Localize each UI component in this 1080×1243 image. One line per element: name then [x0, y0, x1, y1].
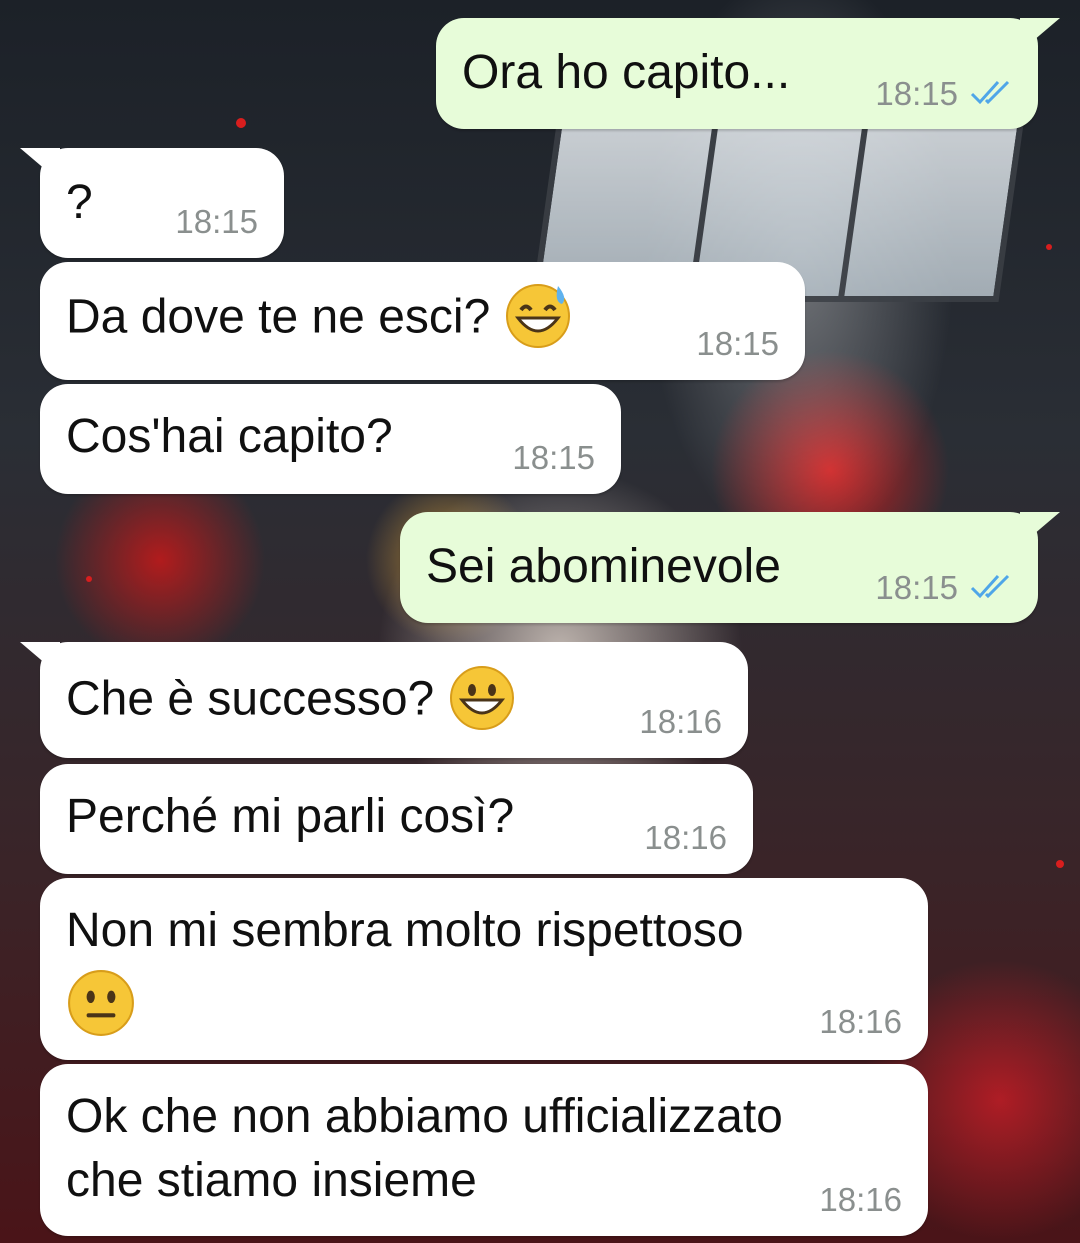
message-text: Cos'hai capito?: [66, 410, 393, 463]
message-bubble-incoming[interactable]: Che è successo? 18:16: [20, 642, 748, 758]
wallpaper-spark: [86, 576, 92, 582]
message-text-content: Da dove te ne esci?: [66, 290, 491, 344]
message-time: 18:15: [875, 569, 958, 606]
message-text: Che è successo?: [66, 666, 516, 736]
message-text-line-1: Ok che non abbiamo ufficializzato: [66, 1090, 783, 1143]
message-time: 18:16: [644, 819, 727, 856]
grinning-face-with-sweat-emoji: [505, 284, 570, 348]
message-time: 18:16: [819, 1003, 902, 1040]
grinning-face-emoji: [449, 666, 514, 730]
message-time: 18:15: [175, 203, 258, 240]
message-bubble-incoming[interactable]: Ok che non abbiamo ufficializzato che st…: [40, 1064, 928, 1236]
message-text: Sei abominevole: [426, 540, 781, 593]
wallpaper-spark: [1046, 244, 1052, 250]
message-text: Perché mi parli così?: [66, 790, 515, 843]
read-ticks-icon: [970, 574, 1010, 599]
message-time: 18:16: [819, 1181, 902, 1218]
message-text: Ora ho capito...: [462, 46, 791, 99]
message-text: ?: [66, 176, 93, 229]
message-time: 18:15: [875, 75, 958, 112]
message-bubble-incoming[interactable]: Perché mi parli così? 18:16: [40, 764, 753, 874]
message-text: Da dove te ne esci?: [66, 284, 572, 354]
message-bubble-outgoing[interactable]: Ora ho capito... 18:15: [436, 18, 1060, 129]
message-time: 18:15: [512, 439, 595, 476]
read-ticks-icon: [970, 80, 1010, 105]
message-text-content: Che è successo?: [66, 672, 435, 726]
message-bubble-incoming[interactable]: ? 18:15: [20, 148, 284, 258]
message-bubble-incoming[interactable]: Da dove te ne esci? 18:15: [40, 262, 805, 380]
message-text: Non mi sembra molto rispettoso: [66, 904, 744, 957]
message-time: 18:15: [696, 325, 779, 362]
wallpaper-spark: [236, 118, 246, 128]
message-bubble-outgoing[interactable]: Sei abominevole 18:15: [400, 512, 1060, 623]
message-bubble-incoming[interactable]: Non mi sembra molto rispettoso 18:16: [40, 878, 928, 1060]
neutral-face-emoji: [68, 970, 134, 1036]
message-text-line-2: che stiamo insieme: [66, 1154, 477, 1207]
wallpaper-spark: [1056, 860, 1064, 868]
message-bubble-incoming[interactable]: Cos'hai capito? 18:15: [40, 384, 621, 494]
message-time: 18:16: [639, 703, 722, 740]
